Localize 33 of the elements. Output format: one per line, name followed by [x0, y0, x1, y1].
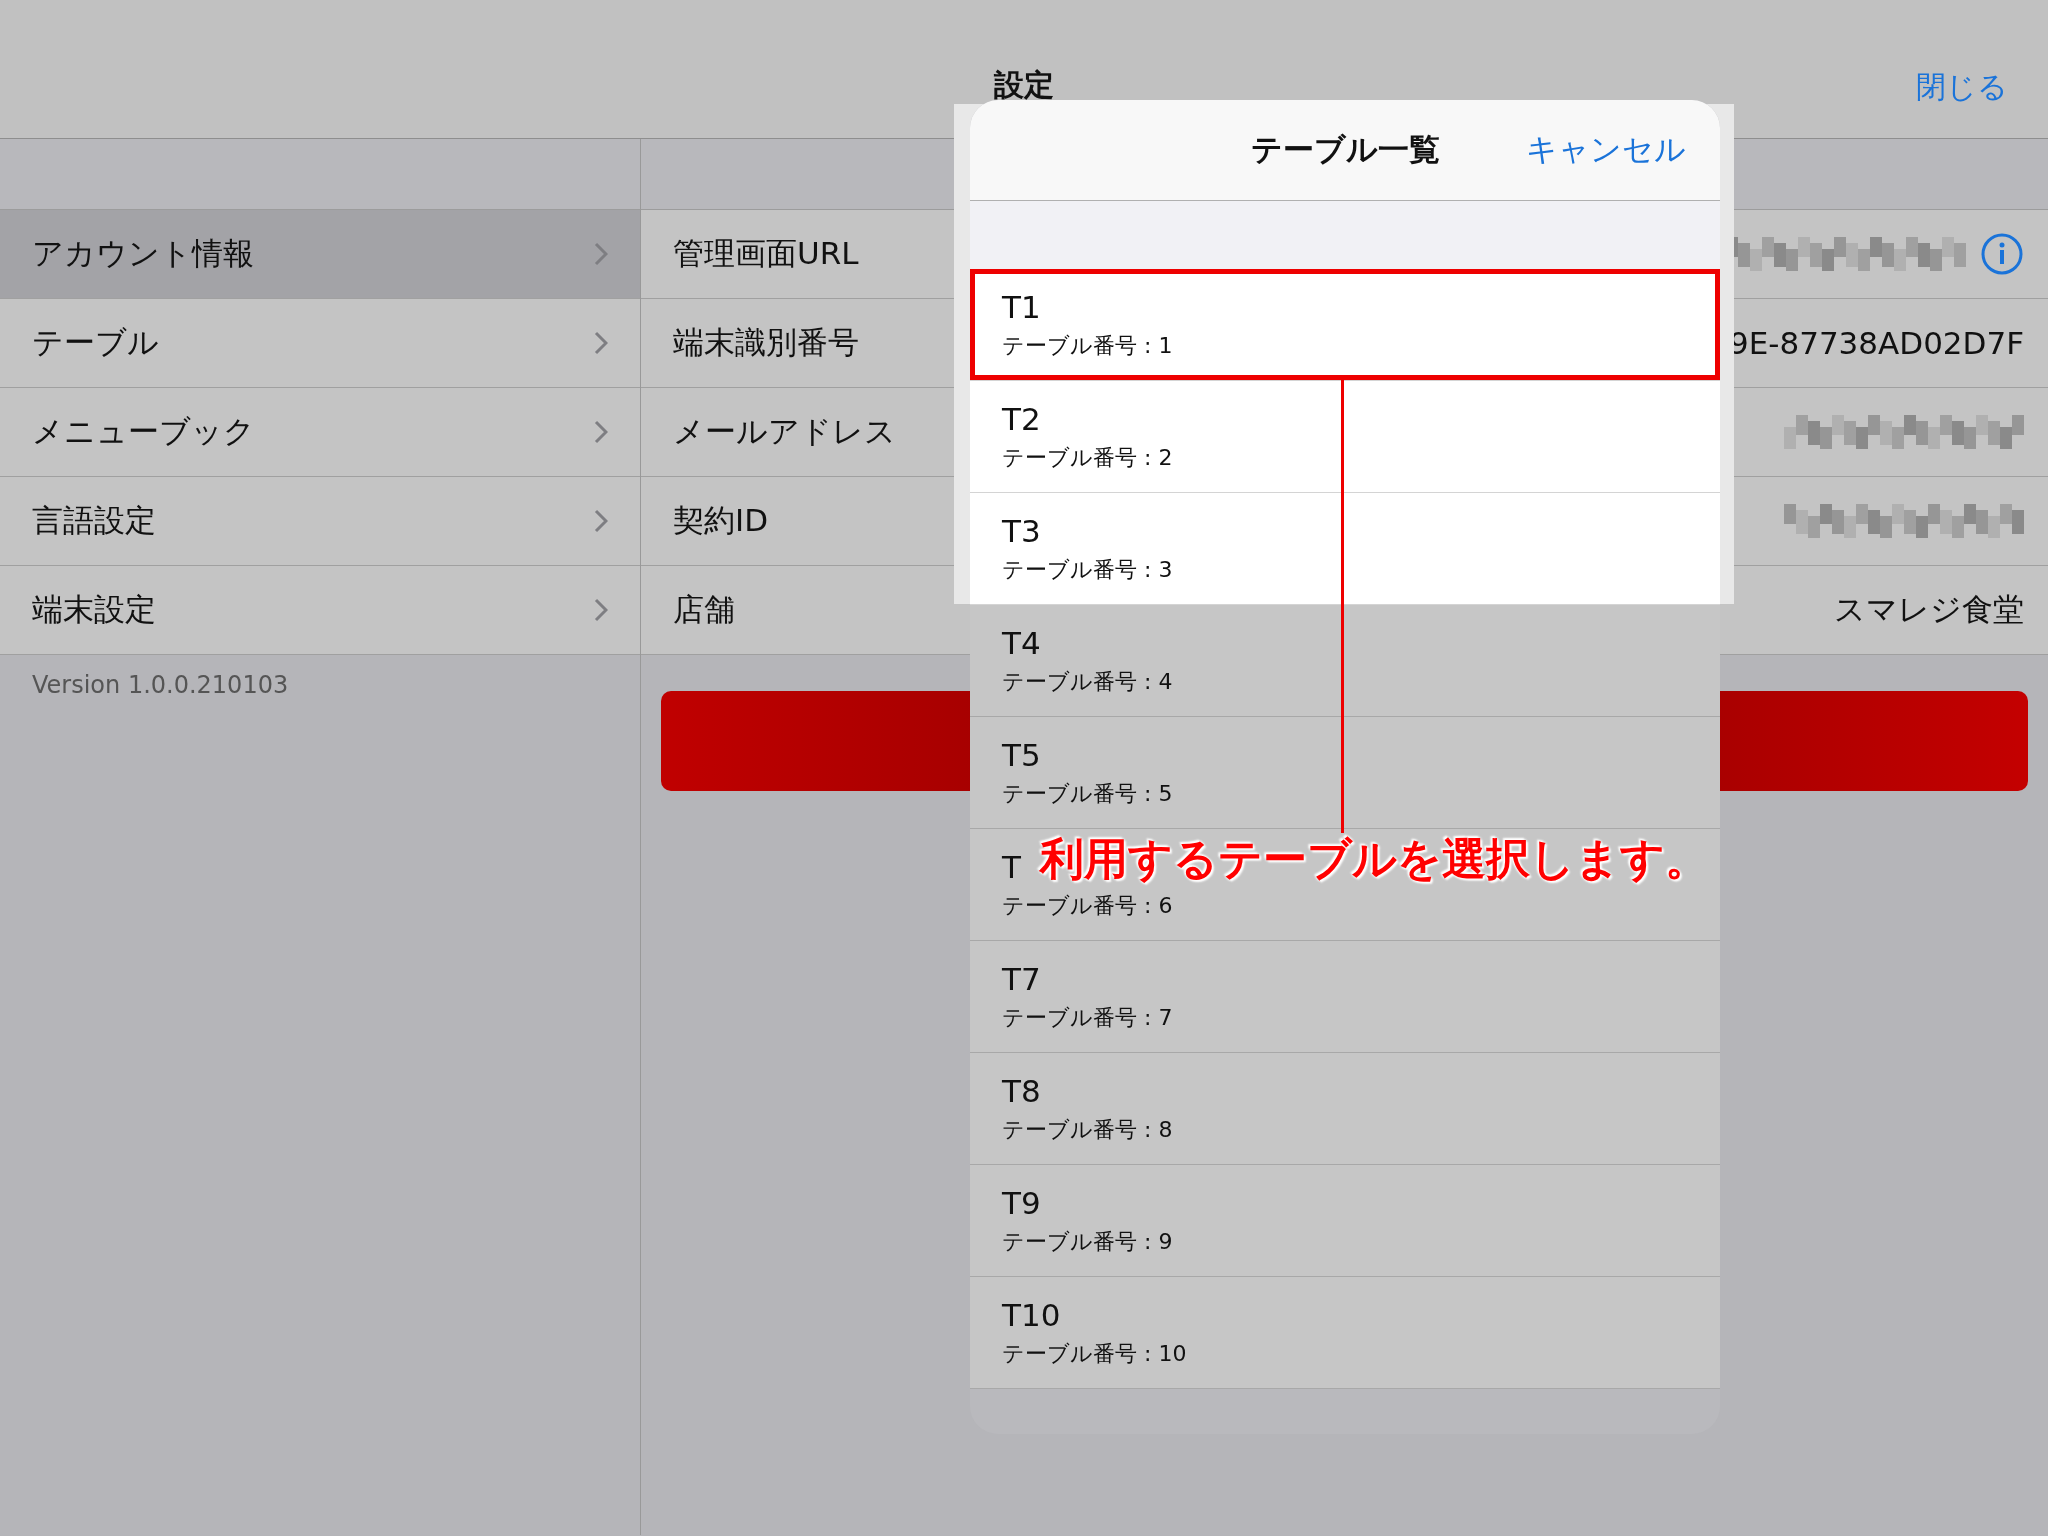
- table-list-item[interactable]: T8 テーブル番号 : 8: [970, 1053, 1720, 1165]
- table-list-item[interactable]: T10 テーブル番号 : 10: [970, 1277, 1720, 1389]
- cancel-button[interactable]: キャンセル: [1526, 129, 1686, 171]
- sheet-title: テーブル一覧: [1250, 130, 1440, 169]
- field-label: 契約ID: [673, 501, 768, 540]
- sidebar-item[interactable]: テーブル: [0, 299, 640, 388]
- chevron-icon: [594, 420, 608, 444]
- field-label: 管理画面URL: [673, 234, 859, 273]
- sidebar-item[interactable]: 言語設定: [0, 477, 640, 566]
- table-list-item[interactable]: T4 テーブル番号 : 4: [970, 605, 1720, 717]
- chevron-icon: [594, 331, 608, 355]
- chevron-icon: [594, 242, 608, 266]
- version-text: Version 1.0.0.210103: [31, 670, 290, 701]
- annotation-text: 利用するテーブルを選択します。: [1040, 835, 1709, 884]
- chevron-icon: [594, 598, 608, 622]
- field-label: 端末識別番号: [673, 323, 859, 362]
- field-label: 店舗: [673, 590, 735, 629]
- table-list-item[interactable]: T3 テーブル番号 : 3: [970, 493, 1720, 605]
- sidebar-item[interactable]: メニューブック: [0, 388, 640, 477]
- table-list-item[interactable]: T 利用するテーブルを選択します。 テーブル番号 : 6: [970, 829, 1720, 941]
- table-list-item[interactable]: T7 テーブル番号 : 7: [970, 941, 1720, 1053]
- field-value: スマレジ食堂: [1834, 590, 2024, 629]
- chevron-icon: [594, 509, 608, 533]
- table-list-item[interactable]: T2 テーブル番号 : 2: [970, 381, 1720, 493]
- info-icon[interactable]: [1980, 232, 2024, 276]
- sidebar-item[interactable]: アカウント情報: [0, 210, 640, 299]
- field-label: メールアドレス: [673, 412, 896, 451]
- screen-title: 設定: [994, 66, 1054, 104]
- table-list-item[interactable]: T1 テーブル番号 : 1: [970, 269, 1720, 381]
- field-value: 9E-87738AD02D7F: [1728, 325, 2024, 361]
- table-list-item[interactable]: T5 テーブル番号 : 5: [970, 717, 1720, 829]
- table-list-item[interactable]: T9 テーブル番号 : 9: [970, 1165, 1720, 1277]
- sidebar-item[interactable]: 端末設定: [0, 566, 640, 655]
